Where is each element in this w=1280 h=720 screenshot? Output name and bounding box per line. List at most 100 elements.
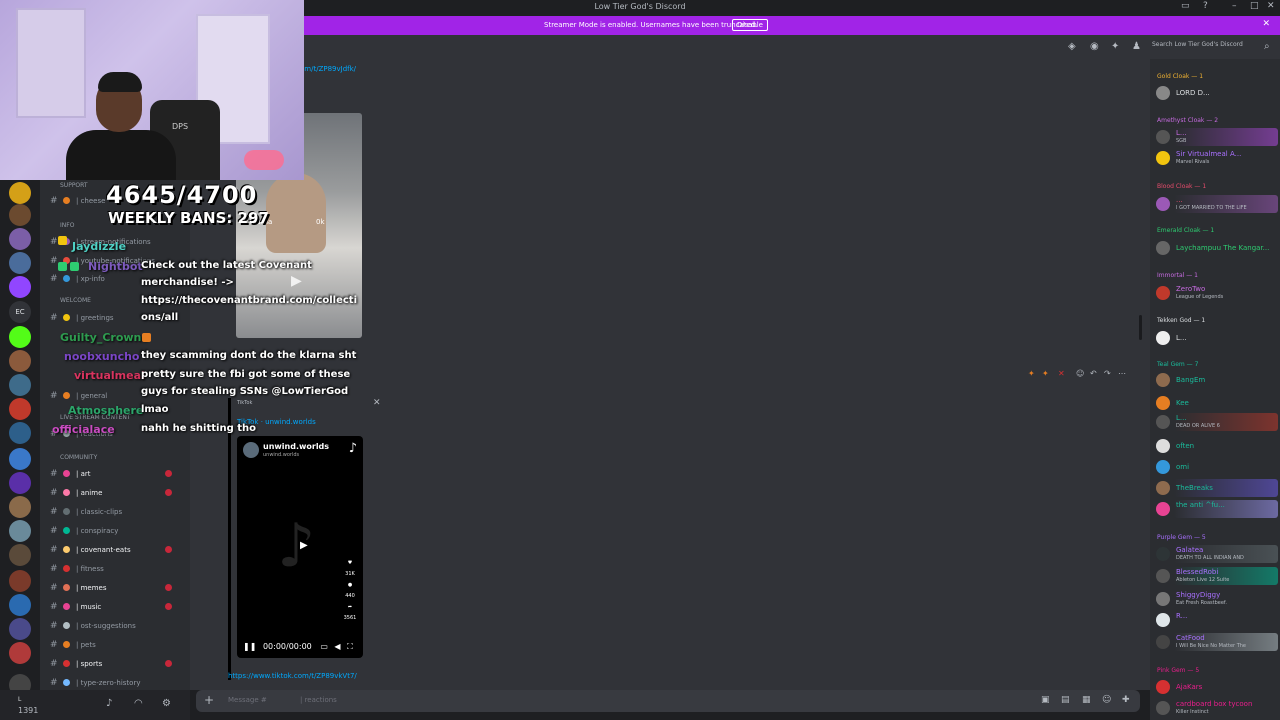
member-row[interactable]: omi [1154,457,1278,477]
disable-streamer-mode-button[interactable]: Disable [732,19,768,31]
server-icon[interactable] [9,472,31,494]
server-icon[interactable] [9,228,31,250]
channel-pets[interactable]: # | pets [50,637,186,653]
server-icon[interactable] [9,204,31,226]
pinned-messages-icon[interactable]: ✦ [1111,41,1119,52]
member-row[interactable]: L... SGB [1154,127,1278,147]
channel-anime[interactable]: # | anime [50,485,186,501]
reaction-icon[interactable]: ✦ [1028,369,1035,378]
share-icon[interactable]: ➦ [343,604,357,610]
captions-icon[interactable]: ▭ [320,642,328,651]
attach-plus-icon[interactable]: + [204,693,214,707]
member-list-icon[interactable]: ♟ [1132,41,1141,52]
member-row[interactable]: L... [1154,328,1278,348]
search-input[interactable]: Search Low Tier God's Discord [1152,41,1276,54]
volume-icon[interactable]: ◀ [334,642,340,651]
notification-bell-icon[interactable]: ◉ [1090,41,1099,52]
server-icon[interactable] [9,594,31,616]
message-composer[interactable]: + Message # | reactions ▣ ▤ ▦ ☺ ✚ [196,690,1140,712]
member-row[interactable]: the anti ^fu... [1154,499,1278,519]
gear-icon[interactable]: ⚙ [162,698,171,709]
sticker-icon[interactable]: ▦ [1082,695,1091,705]
chat-scrollbar[interactable] [1139,315,1142,340]
video-caption-tail: 0k [316,218,325,226]
help-icon[interactable]: ? [1203,1,1208,11]
microphone-icon[interactable]: ♪ [106,698,112,709]
member-row[interactable]: cardboard box tycoon Killer Instinct [1154,698,1278,718]
server-icon[interactable] [9,496,31,518]
channel-emoji-icon [63,603,70,610]
channel-type-zero-history[interactable]: # | type-zero-history [50,675,186,690]
member-name: R... [1176,612,1188,620]
channel-sports[interactable]: # | sports [50,656,186,672]
reaction-icon[interactable]: ✕ [1058,369,1065,378]
member-row[interactable]: Galatea DEATH TO ALL INDIAN AND [1154,544,1278,564]
threads-icon[interactable]: ◈ [1068,41,1076,52]
reaction-icon[interactable]: ✦ [1042,369,1049,378]
channel-memes[interactable]: # | memes [50,580,186,596]
channel-conspiracy[interactable]: # | conspiracy [50,523,186,539]
fullscreen-icon[interactable]: ⛶ [347,642,353,651]
user-name[interactable]: L [18,696,21,703]
play-icon[interactable]: ▶ [300,540,308,551]
server-icon[interactable] [9,570,31,592]
pause-icon[interactable]: ❚❚ [243,642,256,651]
channel-fitness[interactable]: # | fitness [50,561,186,577]
member-name: ZeroTwo [1176,285,1206,293]
maximize-icon[interactable]: □ [1250,1,1259,11]
server-icon[interactable] [9,642,31,664]
member-row[interactable]: Sir Virtualmeal A... Marvel Rivals [1154,148,1278,168]
minimize-icon[interactable]: – [1232,1,1237,11]
like-icon[interactable]: ♥ [343,560,357,566]
server-icon[interactable] [9,618,31,640]
server-icon[interactable] [9,182,31,204]
member-row[interactable]: AjaKars [1154,677,1278,697]
tiktok-player[interactable]: unwind.worlds unwind.worlds ♪ ♪ ▶ ♥ 31K … [237,436,363,658]
more-icon[interactable]: ⋯ [1118,369,1126,378]
server-icon[interactable] [9,448,31,470]
channel-classic-clips[interactable]: # | classic-clips [50,504,186,520]
message-link[interactable]: https://www.tiktok.com/t/ZP89vkVt7/ [228,672,357,680]
member-row[interactable]: ... I GOT MARRIED TO THE LIFE [1154,194,1278,214]
channel-ost-suggestions[interactable]: # | ost-suggestions [50,618,186,634]
category-community[interactable]: COMMUNITY [60,454,97,461]
member-row[interactable]: BangEm [1154,370,1278,390]
member-row[interactable]: L... DEAD OR ALIVE 6 [1154,412,1278,432]
channel-covenant-eats[interactable]: # | covenant-eats [50,542,186,558]
add-reaction-icon[interactable]: ☺ [1076,369,1084,378]
hash-icon: # [50,237,58,247]
comment-icon[interactable]: ● [343,582,357,588]
forward-icon[interactable]: ↷ [1104,369,1111,378]
member-row[interactable]: often [1154,436,1278,456]
video-subject [266,173,326,253]
close-banner-icon[interactable]: ✕ [1262,19,1270,29]
server-icon[interactable] [9,520,31,542]
channel-label: | anime [76,489,103,497]
headphones-icon[interactable]: ◠ [134,698,143,709]
server-icon[interactable] [9,544,31,566]
category-info[interactable]: INFO [60,222,74,229]
member-group-title: Tekken God — 1 [1157,317,1206,324]
gift-icon[interactable]: ▣ [1041,695,1050,705]
channel-art[interactable]: # | art [50,466,186,482]
member-row[interactable]: BlessedRobi Ableton Live 12 Suite [1154,566,1278,586]
member-row[interactable]: R... [1154,610,1278,630]
gif-icon[interactable]: ▤ [1061,695,1070,705]
user-panel: L 1391 ♪ ◠ ⚙ [0,690,190,720]
chat-username: officialace [52,423,115,436]
category-support[interactable]: SUPPORT [60,182,88,189]
member-row[interactable]: Kee [1154,393,1278,413]
member-row[interactable]: CatFood I Will Be Nice No Matter The [1154,632,1278,652]
apps-icon[interactable]: ✚ [1122,695,1130,705]
close-window-icon[interactable]: ✕ [1267,1,1275,11]
channel-music[interactable]: # | music [50,599,186,615]
member-row[interactable]: Laychampuu The Kangar... [1154,238,1278,258]
member-row[interactable]: LORD D... [1154,83,1278,103]
inbox-icon[interactable]: ▭ [1181,1,1190,11]
member-row[interactable]: TheBreaks [1154,478,1278,498]
reply-icon[interactable]: ↶ [1090,369,1097,378]
emoji-icon[interactable]: ☺ [1102,695,1111,705]
member-row[interactable]: ShiggyDiggy Eat Fresh Roastbeef. [1154,589,1278,609]
message-link[interactable]: om/t/ZP89vJdfk/ [300,65,356,73]
member-row[interactable]: ZeroTwo League of Legends [1154,283,1278,303]
